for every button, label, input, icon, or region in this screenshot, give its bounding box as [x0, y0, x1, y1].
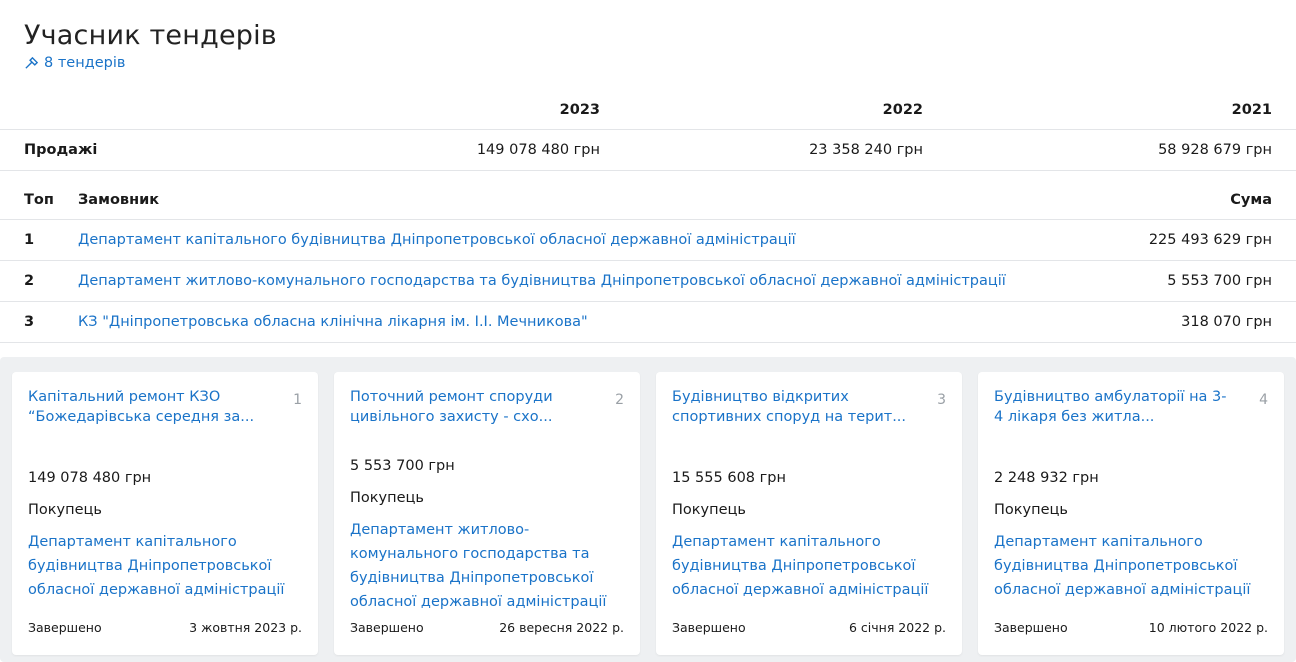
table-row: 2 Департамент житлово-комунального госпо…	[0, 261, 1296, 302]
page-title: Учасник тендерів	[24, 20, 277, 51]
table-row: 1 Департамент капітального будівництва Д…	[0, 220, 1296, 261]
customer-link[interactable]: Департамент капітального будівництва Дні…	[78, 220, 796, 260]
row-rank: 1	[24, 232, 35, 248]
row-sum: 318 070 грн	[1181, 314, 1272, 330]
row-sum: 225 493 629 грн	[1148, 232, 1272, 248]
sales-value-2022: 23 358 240 грн	[809, 142, 923, 158]
row-sum: 5 553 700 грн	[1167, 273, 1272, 289]
tender-number: 3	[937, 392, 946, 408]
tender-status: Завершено	[28, 620, 102, 635]
customer-link[interactable]: Департамент житлово-комунального господа…	[78, 261, 1006, 301]
tender-amount: 15 555 608 грн	[672, 470, 786, 486]
sales-row: Продажі 149 078 480 грн 23 358 240 грн 5…	[0, 130, 1296, 171]
tenders-count-link[interactable]: 8 тендерів	[24, 55, 125, 71]
tender-title-link[interactable]: Капітальний ремонт КЗО “Божедарівська се…	[28, 387, 268, 427]
year-2021: 2021	[1231, 102, 1272, 118]
tender-card: Будівництво відкритих спортивних споруд …	[656, 372, 962, 655]
year-2023: 2023	[559, 102, 600, 118]
tender-status: Завершено	[350, 620, 424, 635]
tender-status: Завершено	[672, 620, 746, 635]
tender-number: 4	[1259, 392, 1268, 408]
row-rank: 3	[24, 314, 35, 330]
tender-card: Будівництво амбулаторії на 3-4 лікаря бе…	[978, 372, 1284, 655]
top-customers-header: Топ Замовник Сума	[0, 180, 1296, 220]
tender-card: Поточний ремонт споруди цивільного захис…	[334, 372, 640, 655]
header-sum: Сума	[1230, 192, 1272, 208]
sales-value-2023: 149 078 480 грн	[476, 142, 600, 158]
buyer-link[interactable]: Департамент капітального будівництва Дні…	[28, 530, 288, 602]
sales-years-header: 2023 2022 2021	[0, 90, 1296, 130]
tender-number: 2	[615, 392, 624, 408]
sales-value-2021: 58 928 679 грн	[1158, 142, 1272, 158]
tender-date: 26 вересня 2022 р.	[499, 620, 624, 635]
tender-status: Завершено	[994, 620, 1068, 635]
hammer-icon	[25, 56, 39, 69]
buyer-link[interactable]: Департамент капітального будівництва Дні…	[994, 530, 1254, 602]
buyer-label: Покупець	[994, 502, 1068, 518]
customer-link[interactable]: КЗ "Дніпропетровська обласна клінічна лі…	[78, 302, 588, 342]
year-2022: 2022	[882, 102, 923, 118]
header-top: Топ	[24, 192, 54, 208]
header-customer: Замовник	[78, 192, 160, 208]
sales-label: Продажі	[24, 142, 98, 158]
buyer-label: Покупець	[350, 490, 424, 506]
tender-amount: 2 248 932 грн	[994, 470, 1099, 486]
buyer-label: Покупець	[28, 502, 102, 518]
tender-date: 3 жовтня 2023 р.	[189, 620, 302, 635]
table-row: 3 КЗ "Дніпропетровська обласна клінічна …	[0, 302, 1296, 343]
buyer-label: Покупець	[672, 502, 746, 518]
tender-amount: 5 553 700 грн	[350, 458, 455, 474]
tender-date: 6 січня 2022 р.	[848, 620, 946, 635]
tender-card: Капітальний ремонт КЗО “Божедарівська се…	[12, 372, 318, 655]
tender-amount: 149 078 480 грн	[28, 470, 152, 486]
buyer-link[interactable]: Департамент житлово-комунального господа…	[350, 518, 610, 614]
tender-number: 1	[293, 392, 302, 408]
buyer-link[interactable]: Департамент капітального будівництва Дні…	[672, 530, 932, 602]
tender-title-link[interactable]: Будівництво відкритих спортивних споруд …	[672, 387, 912, 427]
row-rank: 2	[24, 273, 35, 289]
tender-title-link[interactable]: Будівництво амбулаторії на 3-4 лікаря бе…	[994, 387, 1234, 427]
tender-date: 10 лютого 2022 р.	[1148, 620, 1268, 635]
tenders-count-label: 8 тендерів	[44, 55, 126, 71]
tender-title-link[interactable]: Поточний ремонт споруди цивільного захис…	[350, 387, 590, 427]
